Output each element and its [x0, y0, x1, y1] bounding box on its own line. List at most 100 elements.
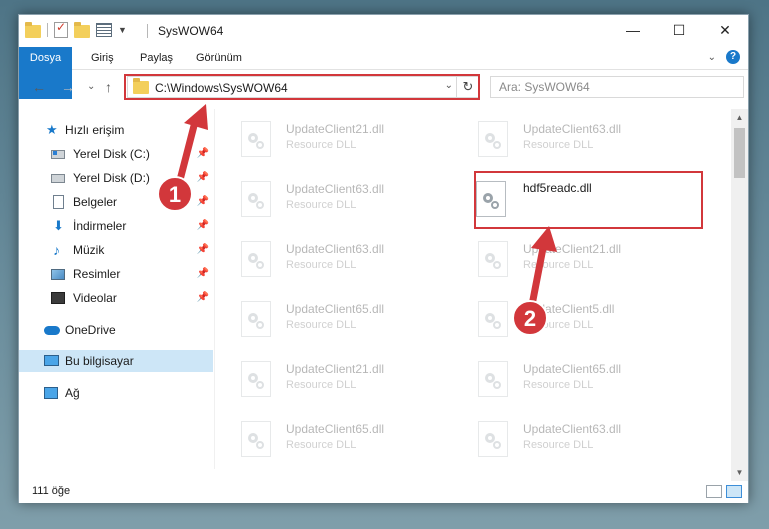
sidebar-item-network[interactable]: Ağ — [19, 382, 213, 404]
file-item[interactable]: UpdateClient65.dll Resource DLL — [215, 413, 451, 465]
sidebar-item-label: OneDrive — [65, 323, 116, 337]
pictures-icon — [51, 269, 65, 280]
file-type: Resource DLL — [286, 319, 357, 331]
file-name: UpdateClient21.dll — [286, 362, 385, 376]
pin-icon[interactable]: 📌 — [197, 263, 209, 285]
scroll-down-arrow-icon[interactable]: ▼ — [731, 464, 748, 481]
pin-icon[interactable]: 📌 — [197, 287, 209, 309]
file-item-hdf5readc[interactable]: hdf5readc.dll — [452, 173, 688, 225]
sidebar-item-drive-d[interactable]: Yerel Disk (D:) 📌 — [19, 167, 213, 189]
star-icon: ★ — [46, 122, 58, 137]
sidebar-item-pictures[interactable]: Resimler 📌 — [19, 263, 213, 285]
tab-giris[interactable]: Giriş — [91, 47, 114, 69]
sidebar-item-label: Bu bilgisayar — [65, 354, 134, 368]
scroll-up-arrow-icon[interactable]: ▲ — [731, 109, 748, 126]
folder-icon — [25, 21, 41, 38]
details-view-icon[interactable] — [706, 485, 722, 498]
file-name: UpdateClient65.dll — [286, 422, 385, 436]
file-type: Resource DLL — [286, 199, 357, 211]
tab-gorunum[interactable]: Görünüm — [196, 47, 242, 69]
file-item[interactable]: UpdateClient63.dll Resource DLL — [452, 413, 688, 465]
status-bar: 111 öğe — [19, 481, 748, 503]
file-item[interactable]: UpdateClient65.dll Resource DLL — [215, 293, 451, 345]
pin-icon[interactable]: 📌 — [197, 239, 209, 261]
pin-icon[interactable]: 📌 — [197, 215, 209, 237]
dll-file-icon — [241, 421, 271, 457]
toolbar-divider — [47, 23, 48, 37]
file-item[interactable]: UpdateClient63.dll Resource DLL — [215, 233, 451, 285]
minimize-button[interactable]: — — [610, 15, 656, 45]
music-icon: ♪ — [53, 242, 60, 258]
network-icon — [44, 387, 58, 399]
file-name: hdf5readc.dll — [523, 181, 592, 195]
file-item[interactable]: UpdateClient21.dll Resource DLL — [215, 353, 451, 405]
file-item[interactable]: UpdateClient63.dll Resource DLL — [215, 173, 451, 225]
dll-file-icon — [478, 121, 508, 157]
sidebar-item-documents[interactable]: Belgeler 📌 — [19, 191, 213, 213]
sidebar-item-label: Hızlı erişim — [65, 123, 125, 137]
sidebar-item-drive-c[interactable]: Yerel Disk (C:) 📌 — [19, 143, 213, 165]
sidebar-item-this-pc[interactable]: Bu bilgisayar — [19, 350, 213, 372]
scrollbar-thumb[interactable] — [734, 128, 745, 178]
pin-icon[interactable]: 📌 — [197, 167, 209, 189]
tiles-view-icon[interactable] — [726, 485, 742, 498]
customize-toolbar-chevron-icon[interactable]: ▼ — [118, 25, 127, 35]
pin-icon[interactable]: 📌 — [197, 191, 209, 213]
new-folder-icon[interactable] — [74, 21, 90, 38]
ribbon-tabs: Dosya Giriş Paylaş Görünüm ⌄ ? — [19, 47, 748, 99]
sidebar-item-music[interactable]: ♪ Müzik 📌 — [19, 239, 213, 261]
address-folder-icon — [133, 78, 149, 94]
sidebar-item-videos[interactable]: Videolar 📌 — [19, 287, 213, 309]
dll-file-icon — [241, 241, 271, 277]
file-type: Resource DLL — [523, 259, 594, 271]
sidebar-item-label: İndirmeler — [73, 219, 127, 233]
recent-locations-chevron-icon[interactable]: ⌄ — [87, 81, 95, 92]
sidebar-item-quick-access[interactable]: ★ Hızlı erişim — [19, 119, 213, 141]
file-item[interactable]: UpdateClient21.dll Resource DLL — [452, 233, 688, 285]
drive-d-icon — [51, 174, 65, 183]
address-bar[interactable]: C:\Windows\SysWOW64 ⌄ ↻ — [127, 76, 480, 98]
documents-icon — [53, 195, 64, 209]
back-arrow-icon[interactable]: ← — [32, 79, 46, 95]
properties-icon[interactable] — [96, 23, 112, 37]
sidebar-item-label: Belgeler — [73, 195, 118, 209]
maximize-button[interactable]: ☐ — [656, 15, 702, 45]
forward-arrow-icon[interactable]: → — [61, 79, 75, 95]
downloads-icon: ⬇ — [53, 218, 64, 233]
file-type: Resource DLL — [286, 139, 357, 151]
file-item[interactable]: UpdateClient65.dll Resource DLL — [452, 353, 688, 405]
file-list: UpdateClient21.dll Resource DLL UpdateCl… — [215, 109, 731, 475]
sidebar-item-label: Ağ — [65, 386, 80, 400]
item-count: 111 öğe — [32, 485, 71, 497]
properties-check-icon[interactable] — [54, 20, 68, 38]
title-divider — [147, 24, 148, 38]
sidebar-item-label: Resimler — [73, 267, 121, 281]
search-input[interactable]: Ara: SysWOW64 — [490, 76, 744, 98]
close-button[interactable]: ✕ — [702, 15, 748, 45]
expand-ribbon-chevron-icon[interactable]: ⌄ — [708, 52, 716, 63]
file-name: UpdateClient63.dll — [286, 182, 385, 196]
this-pc-icon — [44, 355, 59, 366]
dll-file-icon — [478, 361, 508, 397]
address-dropdown-chevron-icon[interactable]: ⌄ — [445, 80, 453, 91]
address-path[interactable]: C:\Windows\SysWOW64 — [155, 81, 288, 95]
refresh-icon[interactable]: ↻ — [456, 77, 479, 97]
file-item[interactable]: UpdateClient63.dll Resource DLL — [452, 113, 688, 165]
window-controls: — ☐ ✕ — [610, 15, 748, 45]
help-icon[interactable]: ? — [726, 50, 740, 64]
file-type: Resource DLL — [523, 139, 594, 151]
file-name: UpdateClient65.dll — [286, 302, 385, 316]
sidebar-item-onedrive[interactable]: OneDrive — [19, 319, 213, 341]
dll-file-icon — [478, 241, 508, 277]
file-type: Resource DLL — [286, 439, 357, 451]
file-name: UpdateClient63.dll — [286, 242, 385, 256]
pin-icon[interactable]: 📌 — [197, 143, 209, 165]
up-arrow-icon[interactable]: ↑ — [105, 79, 112, 95]
file-item[interactable]: UpdateClient21.dll Resource DLL — [215, 113, 451, 165]
tab-paylas[interactable]: Paylaş — [140, 47, 173, 69]
dll-file-icon — [476, 181, 506, 217]
view-switcher — [706, 485, 742, 498]
vertical-scrollbar[interactable]: ▲ ▼ — [731, 109, 748, 481]
file-item[interactable]: UpdateClient5.dll Resource DLL — [452, 293, 688, 345]
sidebar-item-downloads[interactable]: ⬇ İndirmeler 📌 — [19, 215, 213, 237]
